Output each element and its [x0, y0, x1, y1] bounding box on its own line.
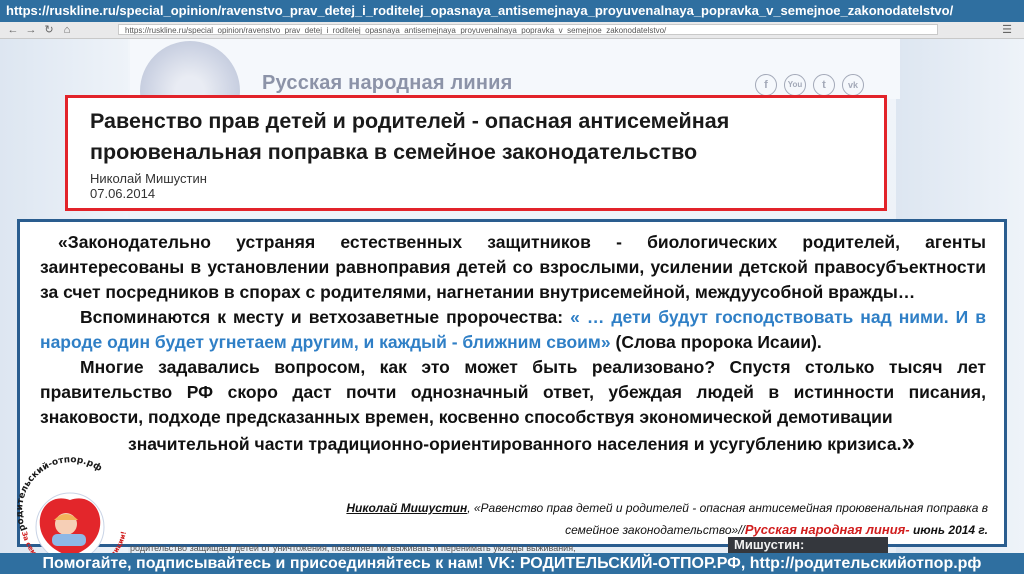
roditelsky-otpor-logo: родительский-отпор.рф За семью! За родин… — [15, 455, 128, 567]
address-bar[interactable]: https://ruskline.ru/special_opinion/rave… — [118, 24, 938, 35]
quote-paragraph-3: Многие задавались вопросом, как это може… — [40, 357, 986, 427]
reload-icon[interactable]: ↻ — [42, 24, 56, 36]
background-text-snippet: родительство защищает детей от уничтожен… — [130, 543, 576, 553]
article-date: 07.06.2014 — [90, 186, 156, 201]
quote-paragraph-2: Вспоминаются к месту и ветхозаветные про… — [40, 305, 986, 355]
site-name[interactable]: Русская народная линия — [262, 72, 513, 95]
forward-icon[interactable]: → — [24, 24, 38, 36]
quote-p2-start: Вспоминаются к месту и ветхозаветные про… — [80, 307, 571, 327]
back-icon[interactable]: ← — [6, 24, 20, 36]
youtube-icon[interactable]: You — [784, 74, 806, 96]
citation-source: Русская народная линия- — [744, 522, 910, 537]
quote-p2-end: (Слова пророка Исаии). — [610, 332, 822, 352]
blanket-icon — [52, 534, 86, 546]
article-title-box: Равенство прав детей и родителей - опасн… — [65, 95, 887, 211]
citation-date: июнь 2014 г. — [909, 523, 988, 537]
quote-paragraph-1: «Законодательно устраняя естественных за… — [40, 232, 986, 302]
home-icon[interactable]: ⌂ — [60, 24, 74, 36]
citation-author: Николай Мишустин — [346, 501, 468, 515]
twitter-icon[interactable]: t — [813, 74, 835, 96]
vk-icon[interactable]: vk — [842, 74, 864, 96]
quote-p3-last: значительной части традиционно-ориентиро… — [128, 434, 902, 454]
closing-quote-mark: » — [901, 429, 915, 456]
quote-box: «Законодательно устраняя естественных за… — [17, 219, 1007, 547]
bottom-banner: Помогайте, подписывайтесь и присоединяйт… — [0, 553, 1024, 574]
browser-toolbar: ← → ↻ ⌂ https://ruskline.ru/special_opin… — [0, 22, 1024, 39]
top-url-banner: https://ruskline.ru/special_opinion/rave… — [0, 0, 1024, 22]
article-title: Равенство прав детей и родителей - опасн… — [90, 109, 730, 164]
citation: Николай Мишустин, «Равенство прав детей … — [328, 497, 988, 541]
menu-icon[interactable]: ☰ — [1000, 24, 1014, 36]
facebook-icon[interactable]: f — [755, 74, 777, 96]
quote-paragraph-3-last: значительной части традиционно-ориентиро… — [40, 430, 986, 457]
article-author: Николай Мишустин — [90, 171, 207, 186]
background-label: Мишустин: — [728, 537, 888, 553]
